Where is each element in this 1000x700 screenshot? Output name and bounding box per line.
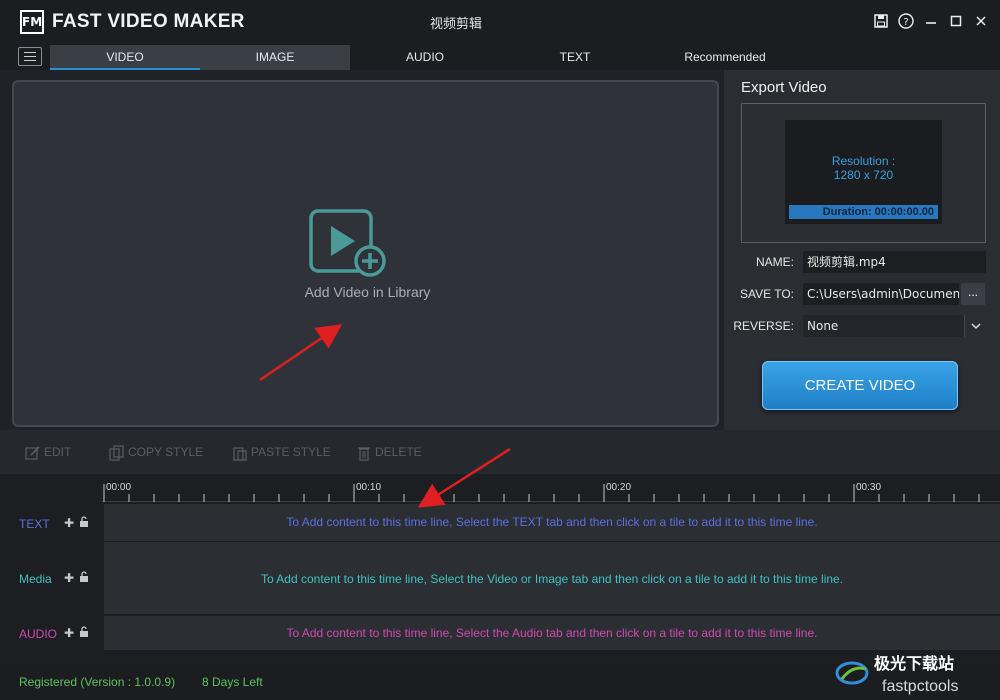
ruler-tick-label: 00:20 (606, 482, 632, 493)
trash-icon (356, 445, 370, 461)
name-label: NAME: (755, 255, 794, 269)
maximize-icon[interactable] (947, 10, 965, 32)
track-lane-text[interactable]: To Add content to this time line, Select… (104, 504, 1000, 541)
video-add-icon[interactable] (309, 209, 389, 279)
timeline: 00:00 00:10 00:20 00:30 TEXT ✚ To Add co… (0, 474, 1000, 664)
browse-button[interactable]: ... (961, 283, 985, 305)
paste-icon (232, 445, 247, 461)
video-preview-area[interactable]: Add Video in Library (12, 80, 719, 427)
export-panel: Export Video Resolution : 1280 x 720 Dur… (724, 70, 1000, 430)
svg-text:极光下载站: 极光下载站 (874, 654, 954, 673)
edit-label: EDIT (44, 445, 72, 459)
main-tabs: VIDEO IMAGE AUDIO TEXT Recommended (0, 44, 1000, 70)
name-input[interactable]: 视频剪辑.mp4 (803, 251, 986, 273)
reverse-value: None (807, 319, 839, 333)
minimize-icon[interactable] (922, 10, 940, 32)
copy-style-button[interactable]: COPY STYLE (109, 445, 204, 461)
copy-icon (109, 445, 124, 461)
registered-status: Registered (Version : 1.0.0.9) (19, 675, 176, 689)
close-icon[interactable] (972, 10, 990, 32)
svg-text:?: ? (903, 17, 908, 28)
save-to-label: SAVE TO: (739, 287, 794, 301)
resolution-info: Resolution : 1280 x 720 (785, 154, 942, 182)
chevron-down-icon[interactable] (964, 315, 986, 337)
track-controls-audio: ✚ (64, 626, 89, 640)
help-icon[interactable]: ? (897, 10, 915, 32)
watermark-logo: 极光下载站 fastpctools (832, 651, 992, 697)
app-logo: FM (20, 10, 44, 34)
lock-icon[interactable] (79, 571, 89, 585)
tab-image[interactable]: IMAGE (200, 45, 350, 70)
create-video-button[interactable]: CREATE VIDEO (762, 361, 958, 410)
track-label-audio: AUDIO (19, 627, 58, 641)
track-lane-media[interactable]: To Add content to this time line, Select… (104, 541, 1000, 615)
track-controls-text: ✚ (64, 516, 89, 530)
track-controls-media: ✚ (64, 571, 89, 585)
edit-button[interactable]: EDIT (25, 445, 72, 460)
export-title: Export Video (741, 79, 827, 96)
tab-text[interactable]: TEXT (500, 45, 650, 70)
add-video-label: Add Video in Library (304, 284, 431, 300)
svg-text:fastpctools: fastpctools (882, 678, 958, 695)
copy-style-label: COPY STYLE (128, 445, 204, 459)
track-label-text: TEXT (19, 517, 50, 531)
add-icon[interactable]: ✚ (64, 626, 74, 640)
hamburger-menu-icon[interactable] (18, 47, 42, 66)
time-ruler[interactable]: 00:00 00:10 00:20 00:30 (102, 480, 1000, 502)
app-name: FAST VIDEO MAKER (52, 11, 245, 32)
delete-button[interactable]: DELETE (356, 445, 422, 461)
add-icon[interactable]: ✚ (64, 571, 74, 585)
tab-video[interactable]: VIDEO (50, 45, 200, 70)
paste-style-label: PASTE STYLE (251, 445, 331, 459)
window-controls: ? (872, 10, 990, 32)
pencil-icon (25, 445, 40, 460)
ruler-tick-label: 00:30 (856, 482, 882, 493)
tab-recommended[interactable]: Recommended (650, 45, 800, 70)
resolution-value: 1280 x 720 (833, 168, 894, 182)
paste-style-button[interactable]: PASTE STYLE (232, 445, 331, 461)
reverse-label: REVERSE: (733, 319, 794, 333)
lock-icon[interactable] (79, 516, 89, 530)
duration-bar: Duration: 00:00:00.00 (789, 205, 938, 219)
ruler-tick-label: 00:00 (106, 482, 132, 493)
document-title: 视频剪辑 (430, 17, 483, 32)
title-bar: FM FAST VIDEO MAKER 视频剪辑 ? (0, 0, 1000, 44)
ruler-tick-label: 00:10 (356, 482, 382, 493)
resolution-label: Resolution : (831, 154, 896, 168)
tab-audio[interactable]: AUDIO (350, 45, 500, 70)
save-to-input[interactable]: C:\Users\admin\Documents (803, 283, 959, 305)
lock-icon[interactable] (79, 626, 89, 640)
add-icon[interactable]: ✚ (64, 516, 74, 530)
edit-toolbar: EDIT COPY STYLE PASTE STYLE DELETE (0, 430, 1000, 474)
export-thumbnail: Resolution : 1280 x 720 Duration: 00:00:… (785, 120, 942, 224)
days-left-status: 8 Days Left (202, 675, 263, 689)
delete-label: DELETE (375, 445, 422, 459)
track-label-media: Media (19, 572, 52, 586)
save-icon[interactable] (872, 10, 890, 32)
export-preview-frame: Resolution : 1280 x 720 Duration: 00:00:… (741, 103, 986, 243)
track-lane-audio[interactable]: To Add content to this time line, Select… (104, 616, 1000, 650)
reverse-select[interactable]: None (803, 315, 986, 337)
